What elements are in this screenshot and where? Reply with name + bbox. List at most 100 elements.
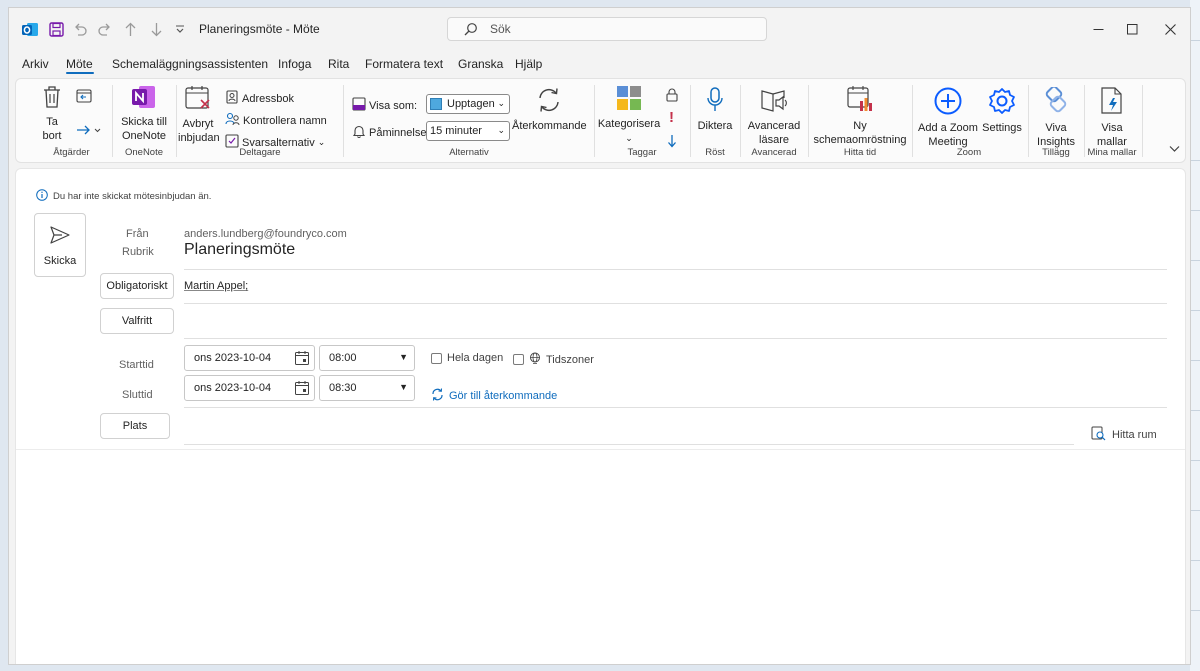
tab-schemalaggning[interactable]: Schemaläggningsassistenten	[112, 57, 268, 71]
required-attendees-button[interactable]: Obligatoriskt	[100, 273, 174, 299]
scheduling-poll-icon	[810, 85, 910, 117]
start-time-select[interactable]: 08:00 ▼	[319, 345, 415, 371]
categorize-label: Kategorisera	[597, 118, 661, 130]
immersive-reader-button[interactable]: Avancerad läsare	[742, 87, 806, 147]
search-box[interactable]: Sök	[447, 17, 767, 41]
categorize-button[interactable]: Kategorisera ⌄	[596, 85, 662, 145]
delete-button[interactable]: Ta bort	[34, 85, 70, 143]
make-recurring-link[interactable]: Gör till återkommande	[431, 388, 557, 404]
low-importance-icon[interactable]	[667, 134, 677, 148]
location-underline[interactable]	[184, 444, 1074, 445]
subject-label: Rubrik	[122, 246, 154, 258]
ribbon-collapse-icon[interactable]	[1169, 145, 1180, 153]
start-date-input[interactable]: ons 2023-10-04	[184, 345, 315, 371]
forward-icon[interactable]	[76, 123, 102, 137]
send-label: Skicka	[43, 255, 77, 267]
customize-toolbar-icon[interactable]	[173, 20, 187, 38]
from-value[interactable]: anders.lundberg@foundryco.com	[184, 228, 347, 240]
required-button-label: Obligatoriskt	[106, 280, 168, 292]
send-button[interactable]: Skicka	[34, 213, 86, 277]
calendar-icon[interactable]	[294, 350, 310, 369]
show-as-icon	[352, 97, 366, 114]
body-divider	[16, 449, 1185, 450]
address-book-button[interactable]: Adressbok	[225, 90, 294, 107]
zoom-settings-button[interactable]: Settings	[980, 87, 1024, 135]
required-underline	[184, 303, 1167, 304]
group-label-avancerad: Avancerad	[751, 147, 797, 158]
move-to-calendar-icon[interactable]	[76, 89, 92, 103]
dictate-button[interactable]: Diktera	[692, 87, 738, 133]
maximize-icon[interactable]	[1117, 18, 1147, 40]
scheduling-poll-button[interactable]: Ny schemaomröstning	[810, 85, 910, 147]
tab-hjalp[interactable]: Hjälp	[515, 57, 542, 71]
all-day-checkbox[interactable]: Hela dagen	[431, 352, 503, 364]
ribbon-divider	[808, 85, 809, 157]
end-time-value: 08:30	[329, 382, 357, 394]
tab-rita[interactable]: Rita	[328, 57, 349, 71]
gear-icon	[980, 87, 1024, 119]
chevron-down-icon: ⌄	[497, 125, 505, 135]
private-lock-icon[interactable]	[666, 88, 678, 102]
check-names-label: Kontrollera namn	[243, 114, 327, 127]
templates-icon	[1086, 87, 1138, 119]
undo-icon[interactable]	[71, 20, 89, 38]
subject-field[interactable]: Planeringsmöte	[184, 241, 295, 259]
recurrence-button[interactable]: Återkommande	[512, 87, 587, 133]
time-zones-toggle[interactable]: Tidszoner	[513, 352, 594, 367]
required-attendees-field[interactable]: Martin Appel;	[184, 280, 248, 292]
tab-granska[interactable]: Granska	[458, 57, 503, 71]
close-icon[interactable]	[1155, 18, 1185, 40]
optional-attendees-button[interactable]: Valfritt	[100, 308, 174, 334]
start-time-label: Starttid	[119, 359, 154, 371]
onenote-icon	[114, 85, 174, 113]
end-time-select[interactable]: 08:30 ▼	[319, 375, 415, 401]
viva-insights-button[interactable]: Viva Insights	[1030, 85, 1082, 149]
address-book-icon	[225, 90, 239, 107]
check-names-button[interactable]: Kontrollera namn	[225, 112, 327, 129]
bell-icon	[352, 124, 366, 141]
calendar-icon[interactable]	[294, 380, 310, 399]
ribbon-divider	[112, 85, 113, 157]
redo-icon[interactable]	[95, 20, 113, 38]
next-item-icon[interactable]	[147, 20, 165, 38]
send-icon	[50, 226, 70, 247]
onenote-label-2: OneNote	[121, 130, 167, 142]
cancel-label-1: Avbryt	[182, 118, 214, 130]
ribbon-divider	[690, 85, 691, 157]
location-button[interactable]: Plats	[100, 413, 170, 439]
viva-insights-icon	[1030, 85, 1082, 119]
optional-underline	[184, 338, 1167, 339]
time-underline	[184, 407, 1167, 408]
group-label-taggar: Taggar	[627, 147, 657, 158]
ribbon-divider	[176, 85, 177, 157]
end-date-input[interactable]: ons 2023-10-04	[184, 375, 315, 401]
globe-icon	[529, 352, 541, 367]
chevron-down-icon: ▼	[399, 382, 408, 392]
tab-mote[interactable]: Möte	[66, 57, 93, 71]
find-room-button[interactable]: Hitta rum	[1091, 426, 1157, 444]
all-day-box[interactable]	[431, 352, 442, 364]
reminder-value: 15 minuter	[430, 125, 482, 137]
group-label-tillagg: Tillägg	[1042, 147, 1070, 158]
chevron-down-icon: ⌄	[497, 98, 505, 108]
tab-infoga[interactable]: Infoga	[278, 57, 311, 71]
reminder-select[interactable]: 15 minuter ⌄	[426, 121, 510, 141]
time-zones-box[interactable]	[513, 354, 524, 365]
minimize-icon[interactable]	[1083, 18, 1113, 40]
tab-arkiv[interactable]: Arkiv	[22, 57, 49, 71]
add-zoom-meeting-button[interactable]: Add a Zoom Meeting	[914, 87, 982, 149]
cancel-invitation-button[interactable]: Avbryt inbjudan	[178, 85, 220, 145]
tab-formatera-text[interactable]: Formatera text	[365, 57, 443, 71]
show-as-select[interactable]: Upptagen ⌄	[426, 94, 510, 114]
recurrence-icon	[512, 87, 586, 117]
optional-button-label: Valfritt	[121, 315, 153, 327]
message-body[interactable]	[16, 451, 1185, 664]
recurrence-icon	[431, 388, 444, 404]
previous-item-icon[interactable]	[121, 20, 139, 38]
send-to-onenote-button[interactable]: Skicka till OneNote	[114, 85, 174, 143]
save-icon[interactable]	[47, 20, 65, 38]
ribbon-divider	[740, 85, 741, 157]
dictate-label: Diktera	[697, 120, 733, 132]
high-importance-icon[interactable]: !	[669, 109, 674, 126]
view-templates-button[interactable]: Visa mallar	[1086, 87, 1138, 149]
